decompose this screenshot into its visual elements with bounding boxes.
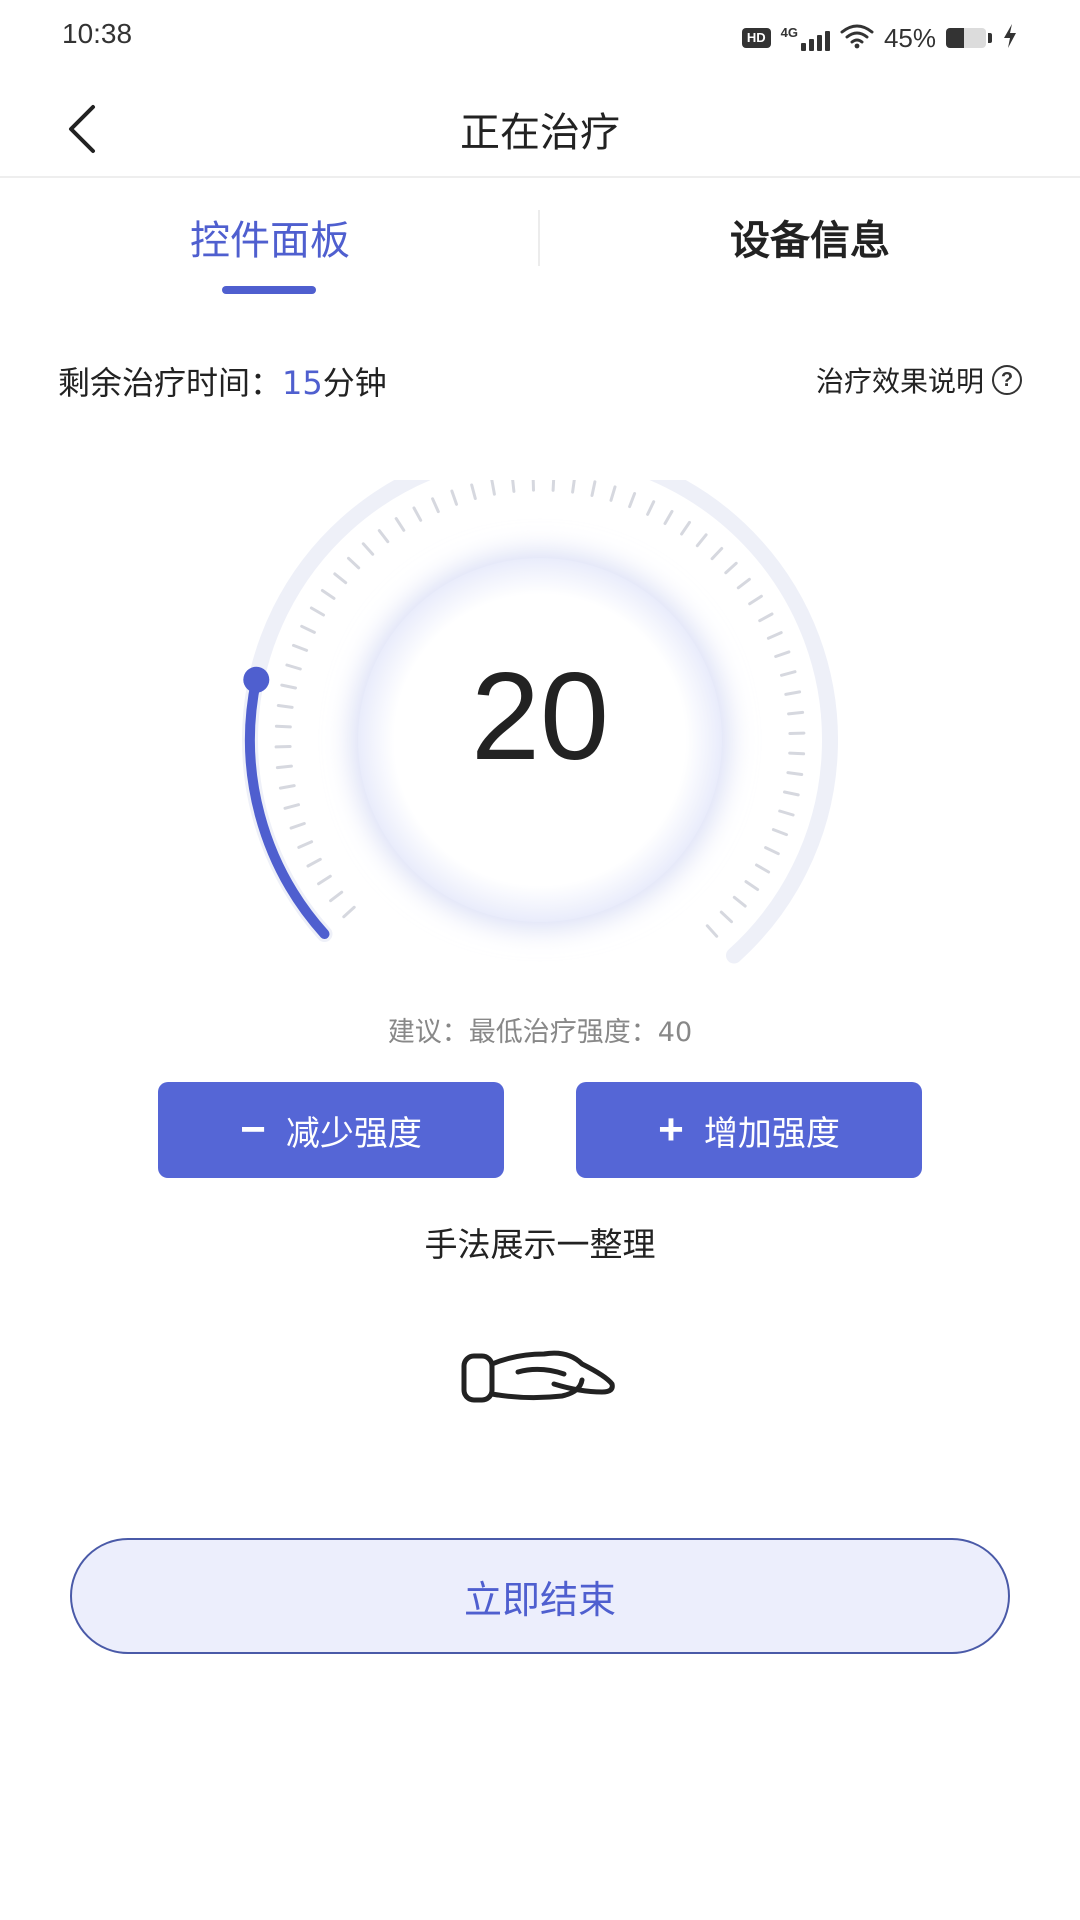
dial-tick [724,561,738,575]
dial-tick [771,828,788,837]
dial-tick [710,547,724,561]
dial-tick [333,572,348,585]
dial-tick [317,874,332,886]
dial-tick [309,606,325,617]
decrease-intensity-label: 减少强度 [285,1113,422,1154]
dial-tick [431,497,440,514]
treatment-effect-label: 治疗效果说明 [815,365,984,398]
help-icon: ? [992,365,1022,395]
dial-tick [347,556,361,570]
dial-tick [394,517,406,532]
dial-tick [786,771,804,776]
dial-tick [280,683,297,690]
plus-icon: + [658,1105,684,1154]
dial-tick [680,520,691,536]
technique-label: 手法展示一整理 [424,1225,656,1264]
increase-intensity-label: 增加强度 [703,1113,840,1154]
active-tab-indicator [222,286,316,294]
dial-tick [274,724,292,729]
tab-device-info[interactable]: 设备信息 [540,208,1080,266]
dial-tick [755,863,771,874]
battery-level-fill [946,28,964,48]
dial-tick [609,485,617,502]
dial-tick [342,905,356,919]
dial-tick [646,500,656,516]
nav-header: 正在治疗 [0,80,1080,178]
lightning-icon [1002,23,1018,53]
dial-tick [551,480,556,492]
suggestion-text: 建议：最低治疗强度：40 [387,1017,693,1048]
info-row: 剩余治疗时间：15分钟 治疗效果说明 ? [58,358,1022,406]
dial-tick [289,822,306,830]
dial-tick [744,880,760,891]
dial-tick [470,483,477,500]
dial-tick [276,704,294,709]
dial-tick [732,895,747,908]
decrease-intensity-button[interactable]: − 减少强度 [158,1082,504,1178]
dial-tick [748,594,763,606]
dial-tick [719,910,733,924]
dial-tick [764,846,780,856]
dial-tick [283,803,300,810]
dial-tick [297,840,314,849]
dial-tick [695,533,708,548]
dial-tick [788,751,806,756]
hd-icon: HD [741,28,771,48]
dial-tick [783,790,800,797]
dial-tick [628,492,637,509]
dial-tick [490,480,496,496]
dial-tick [306,857,322,868]
treatment-effect-link[interactable]: 治疗效果说明 ? [816,360,1022,400]
increase-intensity-button[interactable]: + 增加强度 [576,1082,922,1178]
dial-tick [780,670,797,677]
dial-tick [450,489,458,506]
network-type-label: 4G [780,25,798,40]
intensity-value: 20 [471,648,609,786]
dial-tick [774,650,791,658]
dial-tick [275,764,293,770]
dial-knob[interactable] [243,666,270,693]
status-icons: HD 4G 45% [741,22,1018,54]
battery-percent: 45% [883,22,936,53]
cellular-signal-icon: 4G [781,25,830,51]
end-now-button[interactable]: 立即结束 [70,1538,1010,1654]
dial-tick [784,690,802,696]
remaining-time-value: 15 [282,364,323,402]
wifi-icon [840,23,874,53]
dial-tick [736,577,751,590]
intensity-dial[interactable]: 20 [190,480,890,1000]
battery-tip [988,33,992,43]
dial-tick [571,480,576,494]
page-title: 正在治疗 [460,110,620,156]
dial-tick [412,506,423,522]
remaining-time-label: 剩余治疗时间： [58,364,283,402]
dial-tick [285,663,302,671]
dial-tick [511,480,516,493]
dial-tick [766,631,783,640]
tab-bar: 控件面板 设备信息 [0,178,1080,308]
dial-tick [590,480,597,497]
dial-tick [758,612,774,623]
status-time: 10:38 [62,18,133,49]
remaining-time: 剩余治疗时间：15分钟 [58,358,387,404]
dial-tick [705,924,719,938]
dial-tick [787,710,805,716]
tab-control-panel[interactable]: 控件面板 [0,208,540,266]
dial-tick [663,509,674,525]
dial-tick [778,809,795,817]
dial-tick [361,542,375,556]
dial-tick [292,643,309,652]
battery-icon [946,28,986,48]
dial-tick [329,890,344,903]
dial-tick [320,589,336,600]
hand-icon [456,1330,626,1420]
dial-tick [300,624,316,634]
status-bar: 10:38 HD 4G 45% [0,0,1080,80]
dial-tick [278,784,296,790]
remaining-time-unit: 分钟 [322,364,387,402]
dial-tick [377,529,390,544]
minus-icon: − [240,1105,266,1154]
